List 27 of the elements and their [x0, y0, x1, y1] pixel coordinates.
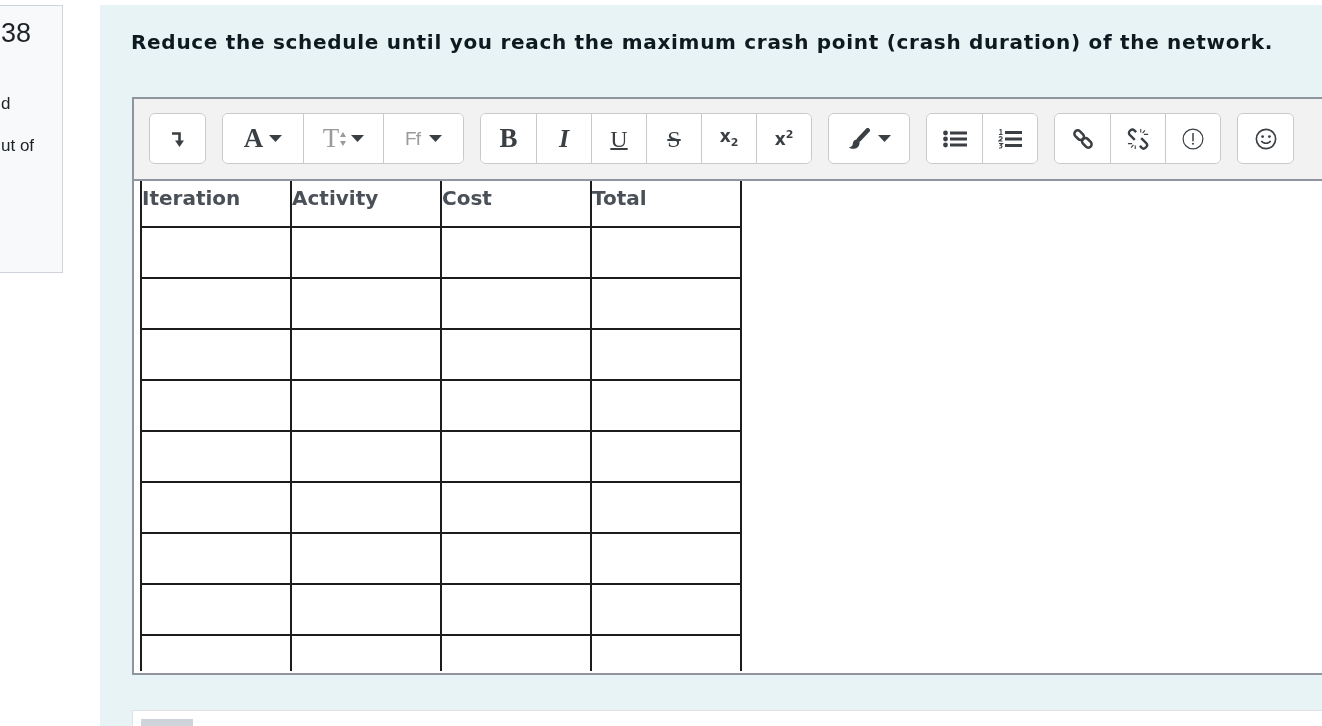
turn-down-arrow-icon [171, 130, 184, 147]
brush-menu-button[interactable] [829, 114, 909, 163]
question-grade: ut of [1, 135, 35, 157]
column-header: Cost [441, 181, 591, 227]
exclamation-circle-icon [1182, 127, 1204, 150]
numbered-list-icon [998, 128, 1022, 149]
emoji-button[interactable] [1238, 114, 1293, 163]
link-icon [1072, 128, 1093, 149]
up-down-arrows-icon [340, 131, 347, 146]
bullet-list-icon [942, 129, 967, 148]
superscript-button[interactable]: x$^{2}$ [756, 114, 811, 163]
caret-icon [428, 135, 442, 142]
caret-icon [877, 135, 891, 142]
question-state: d [1, 93, 11, 115]
paintbrush-icon [847, 127, 870, 150]
column-header: Activity [291, 181, 441, 227]
column-header: Iteration [141, 181, 291, 227]
toolbar-toggle-button[interactable] [150, 114, 205, 163]
question-text: Reduce the schedule until you reach the maximum crash point (crash duration) of the network. [131, 29, 1275, 56]
accessibility-button[interactable] [1165, 114, 1220, 163]
smiley-icon [1254, 127, 1277, 150]
question-number: 38 [1, 17, 32, 49]
column-header: Total [591, 181, 741, 227]
caret-icon [269, 135, 283, 142]
broken-link-icon [1127, 127, 1149, 150]
caret-icon [351, 135, 365, 142]
numbered-list-button[interactable] [982, 114, 1037, 163]
